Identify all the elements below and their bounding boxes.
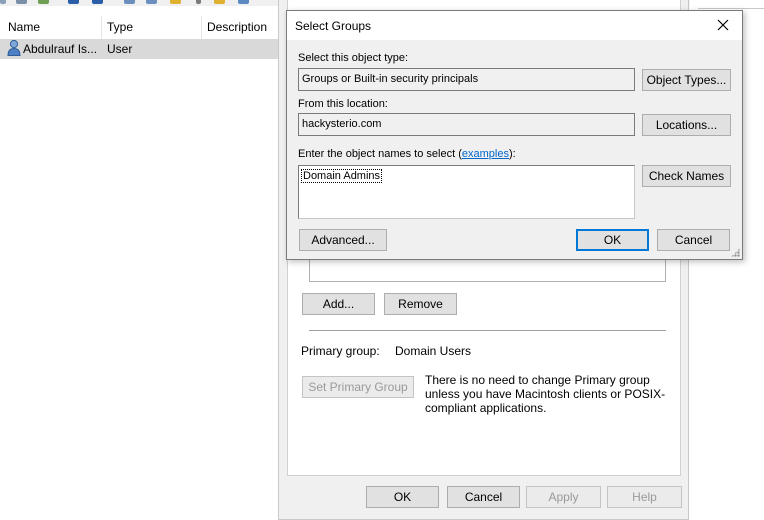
remove-button[interactable]: Remove (384, 293, 457, 315)
toolbar-icon[interactable] (0, 0, 6, 4)
toolbar-icon[interactable] (146, 0, 157, 4)
examples-link[interactable]: examples (462, 148, 509, 160)
dialog-title: Select Groups (295, 19, 372, 33)
row-name: Abdulrauf Is... (23, 42, 98, 56)
close-button[interactable] (712, 14, 734, 36)
object-names-label-prefix: Enter the object names to select ( (298, 148, 462, 160)
toolbar-icon[interactable] (196, 0, 201, 4)
ok-button[interactable]: OK (576, 229, 649, 251)
toolbar-icon[interactable] (68, 0, 79, 4)
primary-group-info-text: There is no need to change Primary group… (425, 373, 666, 415)
cancel-button[interactable]: Cancel (447, 486, 520, 508)
primary-group-label: Primary group: (301, 344, 380, 358)
object-list[interactable]: Name Type Description Abdulrauf Is... Us… (0, 13, 285, 520)
help-button[interactable]: Help (607, 486, 682, 508)
primary-group-value: Domain Users (395, 344, 472, 358)
object-names-input[interactable]: Domain Admins (298, 165, 635, 219)
user-icon (7, 39, 21, 56)
apply-button[interactable]: Apply (526, 486, 601, 508)
toolbar-icon[interactable] (38, 0, 49, 4)
check-names-button[interactable]: Check Names (642, 165, 731, 187)
column-header-description[interactable]: Description (207, 20, 267, 34)
column-header-type[interactable]: Type (107, 20, 133, 34)
toolbar-icon[interactable] (16, 0, 27, 4)
object-names-value: Domain Admins (301, 169, 383, 183)
row-type: User (107, 42, 133, 56)
object-names-label-suffix: ): (508, 148, 516, 160)
column-header-name[interactable]: Name (8, 20, 40, 34)
object-type-label: Select this object type: (298, 52, 409, 64)
toolbar-icon[interactable] (238, 0, 249, 4)
list-item[interactable]: Abdulrauf Is... User (0, 39, 285, 59)
resize-grip-icon[interactable] (731, 248, 740, 257)
toolbar-icon[interactable] (92, 0, 103, 4)
advanced-button[interactable]: Advanced... (299, 229, 387, 251)
dialog-titlebar[interactable]: Select Groups (287, 11, 742, 40)
member-of-list[interactable] (309, 258, 666, 282)
object-names-label: Enter the object names to select (exampl… (298, 148, 516, 160)
object-type-field: Groups or Built-in security principals (298, 68, 635, 91)
object-types-button[interactable]: Object Types... (642, 69, 731, 91)
select-groups-dialog: Select Groups Select this object type: G… (286, 10, 743, 260)
set-primary-group-button[interactable]: Set Primary Group (302, 376, 414, 398)
close-icon (717, 19, 729, 31)
toolbar-icon[interactable] (214, 0, 225, 4)
toolbar-icon[interactable] (170, 0, 181, 4)
toolbar-icon[interactable] (124, 0, 135, 4)
locations-button[interactable]: Locations... (642, 114, 731, 136)
ok-button[interactable]: OK (366, 486, 439, 508)
cancel-button[interactable]: Cancel (657, 229, 730, 251)
add-button[interactable]: Add... (302, 293, 375, 315)
location-label: From this location: (298, 98, 388, 110)
location-field: hackysterio.com (298, 113, 635, 136)
divider (309, 330, 666, 331)
